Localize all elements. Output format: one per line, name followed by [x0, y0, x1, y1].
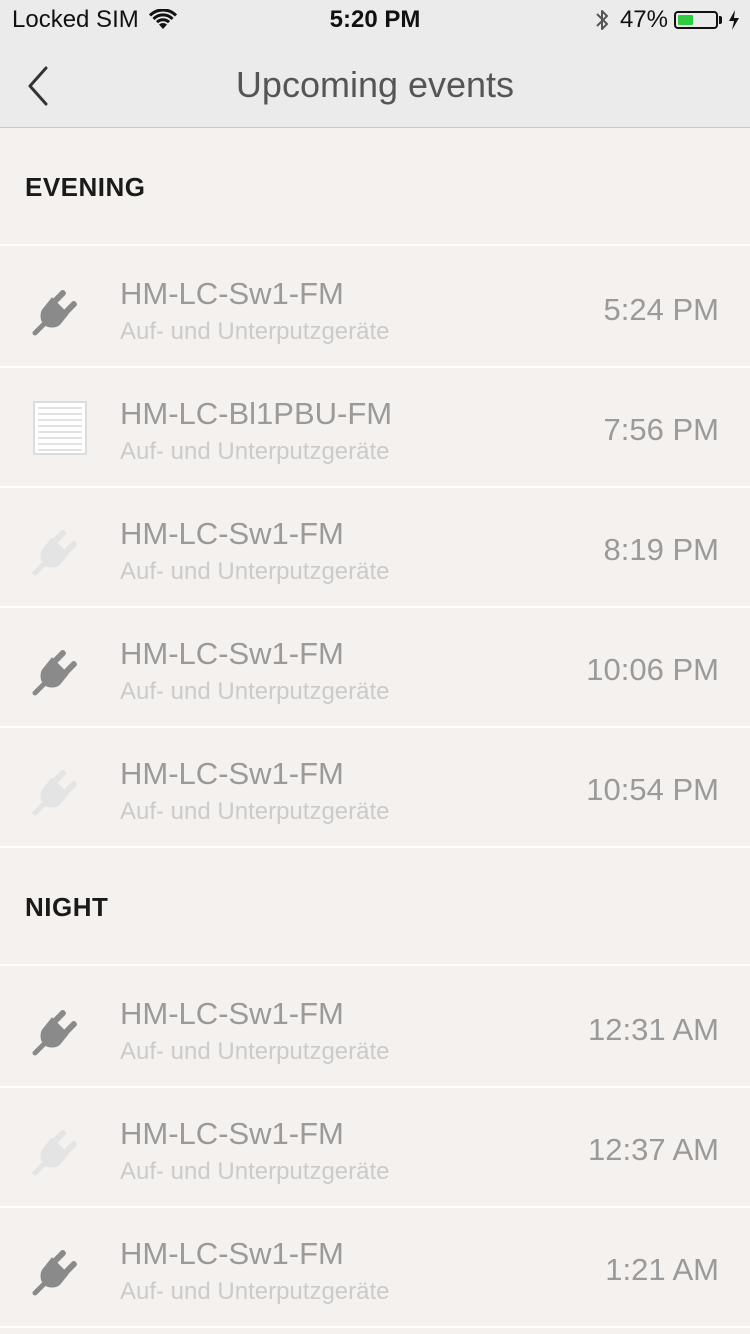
event-row[interactable]: HM-LC-Sw1-FM Auf- und Unterputzgeräte 8:19… [0, 488, 750, 608]
event-time: 10:06 PM [586, 652, 719, 687]
plug-on-icon [30, 278, 90, 338]
battery-percent: 47% [619, 6, 668, 33]
device-name: HM-LC-Sw1-FM [120, 756, 344, 791]
event-time: 5:24 PM [603, 292, 719, 327]
device-name: HM-LC-Sw1-FM [120, 1116, 344, 1151]
device-category: Auf- und Unterputzgeräte [120, 678, 390, 705]
device-category: Auf- und Unterputzgeräte [120, 318, 390, 345]
section-header: NIGHT [0, 848, 750, 966]
device-name: HM-LC-Sw1-FM [120, 276, 344, 311]
device-category: Auf- und Unterputzgeräte [120, 438, 390, 465]
device-name: HM-LC-Sw1-FM [120, 516, 344, 551]
status-right: 47% [594, 6, 740, 34]
plug-off-icon [30, 758, 90, 818]
event-row[interactable]: HM-LC-Bl1PBU-FM Auf- und Unterputzgeräte 7… [0, 368, 750, 488]
device-name: HM-LC-Bl1PBU-FM [120, 396, 393, 431]
event-time: 12:31 AM [588, 1012, 719, 1047]
bluetooth-icon [596, 10, 608, 30]
section-header: EVENING [0, 128, 750, 246]
nav-bar: Upcoming events [0, 40, 750, 128]
device-category: Auf- und Unterputzgeräte [120, 558, 390, 585]
battery-icon [674, 11, 718, 29]
device-category: Auf- und Unterputzgeräte [120, 1278, 390, 1305]
event-row[interactable]: HM-LC-Sw1-FM Auf- und Unterputzgeräte 12:3… [0, 1088, 750, 1208]
plug-off-icon [30, 518, 90, 578]
event-row[interactable]: HM-LC-Sw1-FM Auf- und Unterputzgeräte 12:3… [0, 968, 750, 1088]
device-name: HM-LC-Sw1-FM [120, 636, 344, 671]
device-category: Auf- und Unterputzgeräte [120, 1038, 390, 1065]
plug-on-icon [30, 638, 90, 698]
device-name: HM-LC-Sw1-FM [120, 1236, 344, 1271]
section-title: EVENING [25, 172, 146, 202]
event-time: 12:37 AM [588, 1132, 719, 1167]
status-bar: Locked SIM 5:20 PM 47% [0, 0, 750, 40]
battery-fill [678, 15, 693, 25]
battery-cap [719, 16, 722, 24]
plug-on-icon [30, 1238, 90, 1298]
event-row[interactable]: HM-LC-Sw1-FM Auf- und Unterputzgeräte 10:5… [0, 728, 750, 848]
event-row[interactable]: HM-LC-Sw1-FM Auf- und Unterputzgeräte 10:0… [0, 608, 750, 728]
device-category: Auf- und Unterputzgeräte [120, 798, 390, 825]
plug-on-icon [30, 998, 90, 1058]
plug-off-icon [30, 1118, 90, 1178]
device-name: HM-LC-Sw1-FM [120, 996, 344, 1031]
event-row[interactable]: HM-LC-Sw1-FM Auf- und Unterputzgeräte 1:21… [0, 1208, 750, 1328]
event-time: 8:19 PM [603, 532, 719, 567]
section-title: NIGHT [25, 892, 109, 922]
event-time: 10:54 PM [586, 772, 719, 807]
event-row[interactable]: HM-LC-Sw1-FM Auf- und Unterputzgeräte 5:24… [0, 248, 750, 368]
device-category: Auf- und Unterputzgeräte [120, 1158, 390, 1185]
page-title: Upcoming events [235, 64, 515, 105]
charging-icon [729, 10, 739, 30]
event-time: 7:56 PM [603, 412, 719, 447]
event-time: 1:21 AM [605, 1252, 719, 1287]
blind-icon [30, 398, 90, 458]
